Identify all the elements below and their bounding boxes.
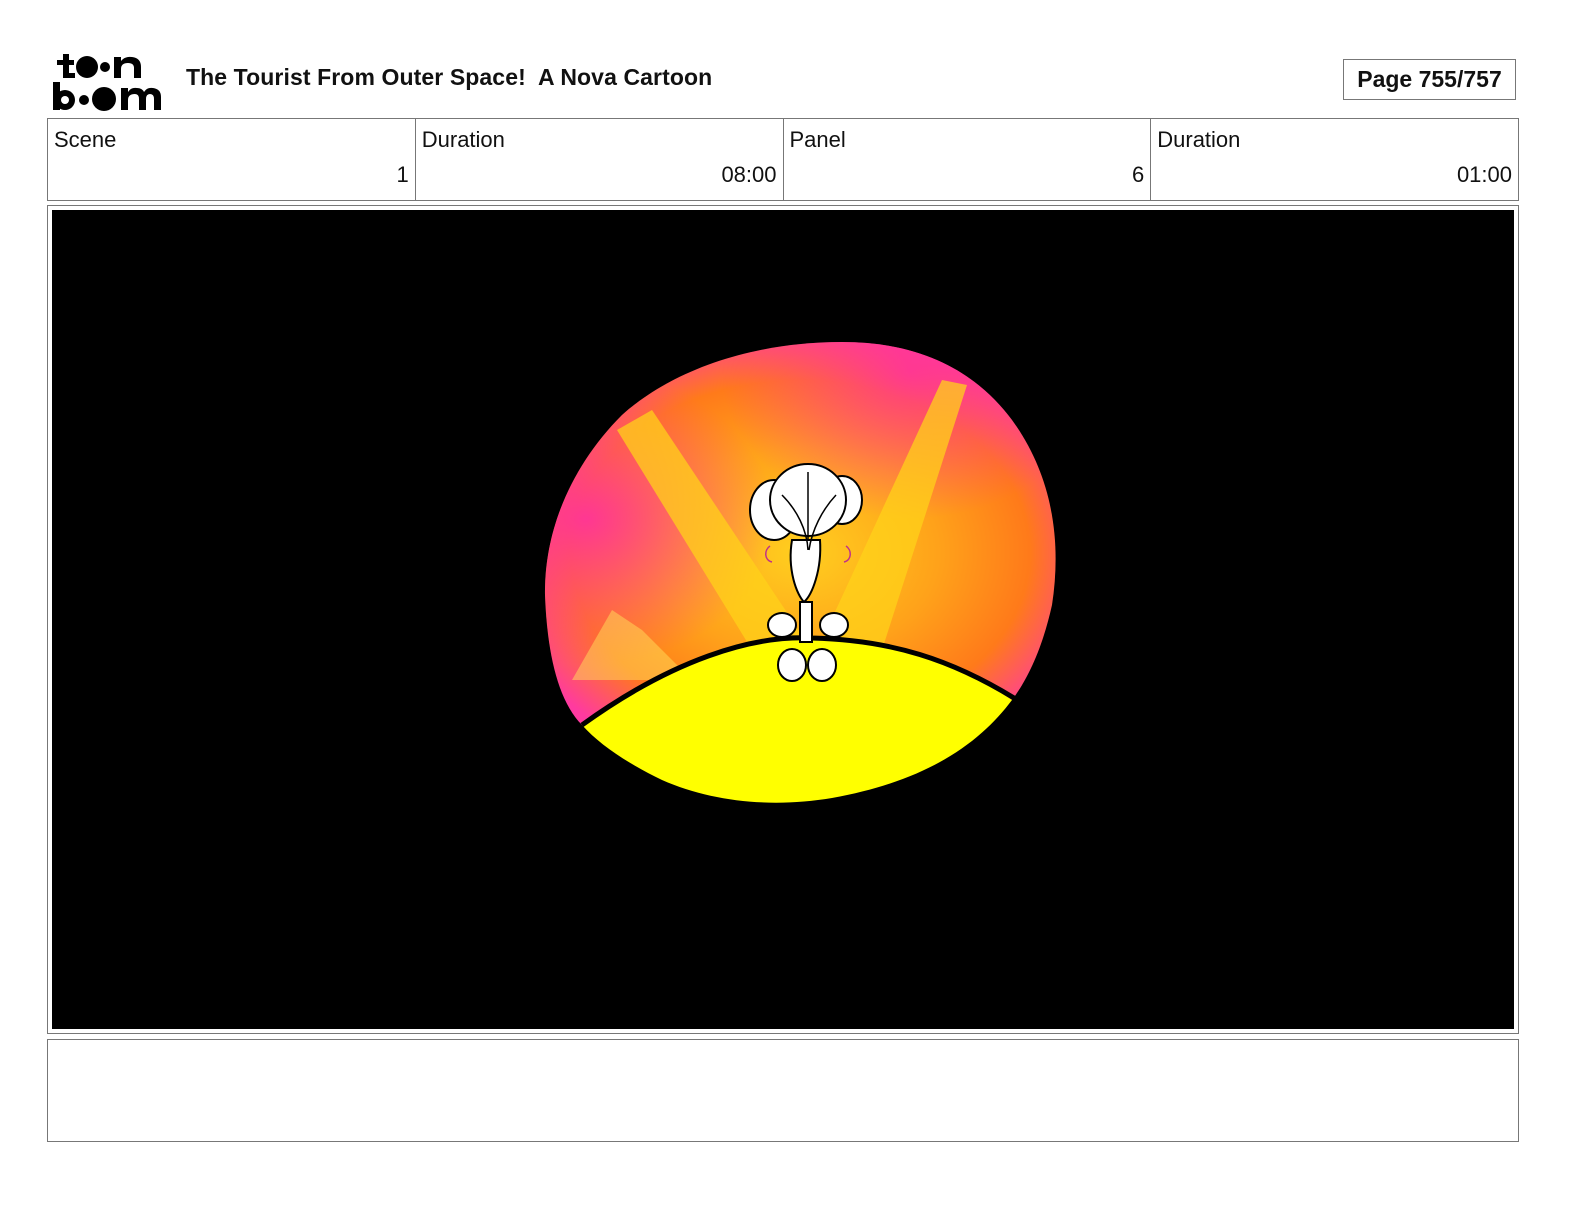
scene-label: Scene [54,127,117,152]
panel-cell: Panel 6 [784,119,1152,200]
panel-notes-box[interactable] [47,1039,1519,1142]
document-title: The Tourist From Outer Space! A Nova Car… [186,64,713,90]
scene-value: 1 [396,162,409,187]
scene-duration-label: Duration [421,127,505,152]
panel-label: Panel [789,127,846,152]
toon-boom-logo [51,50,163,112]
page-number: Page 755/757 [1357,66,1502,92]
storyboard-panel-frame [47,205,1519,1034]
scene-duration-value: 08:00 [721,162,777,187]
character-in-spotlight-illustration [544,342,1056,803]
storyboard-panel-image [52,210,1514,1029]
scene-info-row: Scene 1 Duration 08:00 Panel 6 Duration … [47,118,1519,201]
panel-duration-cell: Duration 01:00 [1151,119,1518,200]
panel-duration-label: Duration [1157,127,1241,152]
scene-duration-cell: Duration 08:00 [416,119,784,200]
panel-value: 6 [1132,162,1145,187]
panel-duration-value: 01:00 [1456,162,1512,187]
scene-cell: Scene 1 [48,119,416,200]
page-indicator: Page 755/757 [1343,59,1516,100]
